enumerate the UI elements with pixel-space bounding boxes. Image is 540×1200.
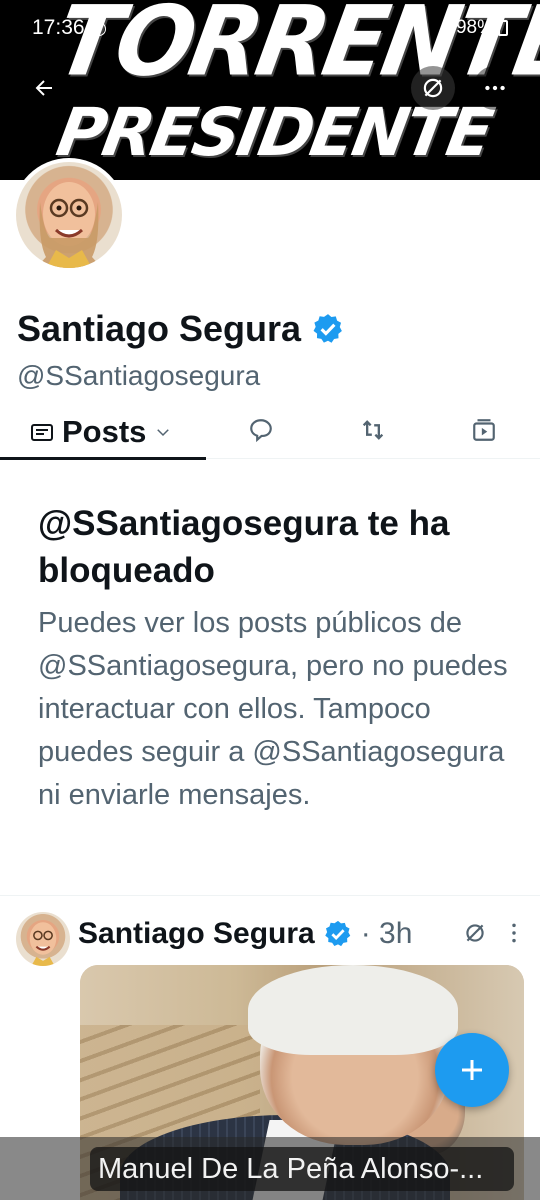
reply-icon xyxy=(250,419,272,443)
blocked-description: Puedes ver los posts públicos de @SSanti… xyxy=(38,607,508,811)
notification-icon: ıı xyxy=(92,22,106,36)
divider xyxy=(0,895,540,896)
verified-badge-icon xyxy=(324,920,350,947)
post-grok-button[interactable] xyxy=(462,920,488,951)
profile-tabs: Posts xyxy=(0,405,540,460)
compose-post-button[interactable] xyxy=(435,1033,509,1107)
tab-posts[interactable]: Posts xyxy=(0,405,206,460)
profile-name: Santiago Segura xyxy=(17,308,302,349)
status-bar: 17:36 ıı 98% xyxy=(0,0,540,52)
back-button[interactable] xyxy=(22,66,66,110)
media-icon xyxy=(473,419,495,441)
post-author-name[interactable]: Santiago Segura xyxy=(78,917,315,951)
grok-icon xyxy=(466,924,484,942)
post-more-button[interactable] xyxy=(505,920,523,951)
status-time: 17:36 xyxy=(32,16,85,39)
post-header: Santiago Segura · 3h xyxy=(78,912,412,956)
post-avatar[interactable] xyxy=(16,912,70,966)
plus-icon xyxy=(462,1060,482,1080)
image-caption: Manuel De La Peña Alonso-... xyxy=(90,1147,514,1191)
verified-badge-icon xyxy=(313,314,342,343)
arrow-left-icon xyxy=(35,80,52,96)
posts-icon xyxy=(31,424,53,441)
more-horizontal-icon xyxy=(485,85,505,91)
avatar-image xyxy=(16,162,122,268)
profile-name-row: Santiago Segura xyxy=(17,308,345,350)
tab-posts-label: Posts xyxy=(62,414,147,449)
battery-percent: 98% xyxy=(455,17,494,38)
grok-icon xyxy=(423,78,443,98)
tab-replies[interactable] xyxy=(247,416,275,444)
repost-icon xyxy=(362,420,384,440)
tab-reposts[interactable] xyxy=(359,416,387,444)
banner-text-line2: PRESIDENTE xyxy=(51,94,497,171)
tab-active-indicator xyxy=(0,457,206,460)
chevron-down-icon xyxy=(157,429,170,437)
profile-avatar[interactable] xyxy=(12,158,126,272)
more-vertical-icon xyxy=(512,923,516,943)
battery-icon xyxy=(498,20,508,36)
blocked-title: @SSantiagosegura te ha bloqueado xyxy=(38,504,450,590)
post-timestamp: · 3h xyxy=(360,917,413,950)
profile-handle: @SSantiagosegura xyxy=(17,360,261,391)
grok-button[interactable] xyxy=(411,66,455,110)
more-options-button[interactable] xyxy=(473,66,517,110)
tab-media[interactable] xyxy=(470,416,498,444)
